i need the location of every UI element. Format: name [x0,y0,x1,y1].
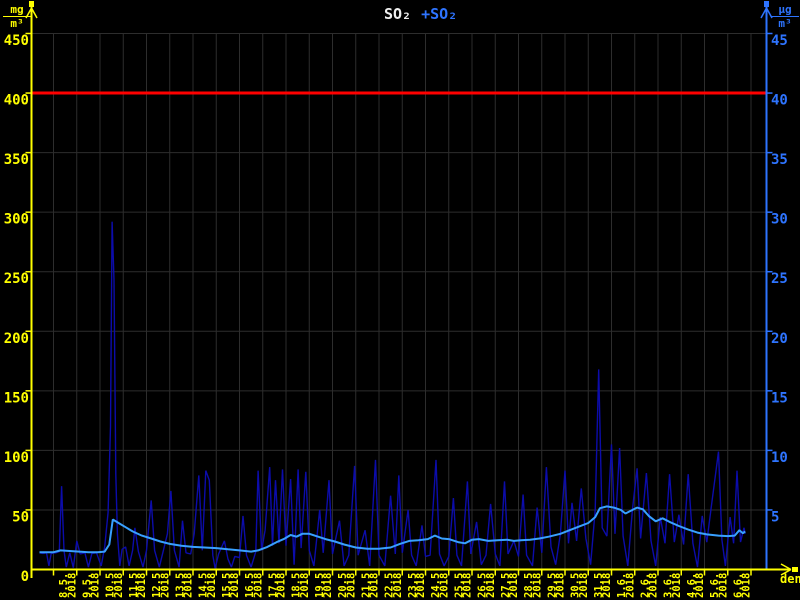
tick-label: 10 [771,450,788,466]
right-axis-unit-numerator: µg [771,3,799,17]
chart-window: 450 400 350 300 250 200 150 100 50 0 45 40 35 30 25 20 1… [0,0,800,600]
axis-arrows [25,1,798,576]
tick-label: 20 [771,331,788,347]
tick-label: 350 [4,152,29,168]
x-axis-unit-label: den [780,572,800,586]
x-date-label: 10.5.2018 [105,566,125,598]
tick-label: 25 [771,271,788,287]
x-date-label: 28.5.2018 [523,566,543,598]
x-date-label: 15.5.2018 [221,566,241,598]
title-series-so2-added: +SO₂ [421,5,458,23]
series-line [39,221,746,569]
x-date-label: 20.5.2018 [337,566,357,598]
x-date-label: 24.5.2018 [430,566,450,598]
x-date-label: 8.5.2018 [58,573,78,598]
tick-label: 45 [771,33,788,49]
x-date-label: 22.5.2018 [384,566,404,598]
series-so2-dark [39,221,746,569]
tick-label: 250 [4,271,29,287]
left-axis-unit-label: mg m³ [3,3,31,30]
tick-label: 30 [771,212,788,228]
x-date-label: 13.5.2018 [174,566,194,598]
x-date-label: 26.5.2018 [477,566,497,598]
tick-label: 35 [771,152,788,168]
chart-title: SO₂ +SO₂ [384,5,457,23]
axis-tick-labels: 450 400 350 300 250 200 150 100 50 0 45 40 35 30 25 20 1… [4,33,788,585]
x-date-label: 21.5.2018 [360,566,380,598]
right-axis-arrow-icon [764,1,769,7]
x-date-label: 3.6.2018 [663,573,683,598]
x-date-label: 30.5.2018 [570,566,590,598]
x-date-label: 11.5.2018 [128,566,148,598]
tick-label: 200 [4,331,29,347]
x-date-label: 4.6.2018 [686,573,706,598]
x-date-label: 19.5.2018 [314,566,334,598]
tick-label: 150 [4,390,29,406]
tick-label: 300 [4,212,29,228]
x-date-label: 2.6.2018 [639,573,659,598]
tick-label: 50 [12,509,29,525]
x-date-label: 18.5.2018 [291,566,311,598]
tick-label: 40 [771,93,788,109]
right-axis-unit-label: µg m³ [771,3,799,30]
x-date-label: 1.6.2018 [616,573,636,598]
x-date-label: 16.5.2018 [244,566,264,598]
tick-label: 0 [21,569,29,585]
x-date-label: 25.5.2018 [453,566,473,598]
title-series-so2: SO₂ [384,5,412,23]
right-axis-unit-denominator: m³ [778,17,792,30]
tick-label: 5 [771,509,779,525]
x-date-label: 9.5.2018 [81,573,101,598]
x-axis-date-labels: 8.5.2018 9.5.2018 10.5.2018 11.5.2018 12.5.2… [58,566,753,598]
tick-label: 400 [4,93,29,109]
tick-label: 450 [4,33,29,49]
x-date-label: 29.5.2018 [546,566,566,598]
x-date-label: 31.5.2018 [593,566,613,598]
x-date-label: 12.5.2018 [151,566,171,598]
x-date-label: 5.6.2018 [709,573,729,598]
x-date-label: 14.5.2018 [198,566,218,598]
x-date-label: 27.5.2018 [500,566,520,598]
chart-canvas: 450 400 350 300 250 200 150 100 50 0 45 40 35 30 25 20 1… [4,1,798,598]
left-axis-unit-denominator: m³ [10,17,24,30]
x-date-label: 6.6.2018 [732,573,752,598]
left-axis-unit-numerator: mg [3,3,31,17]
x-date-label: 17.5.2018 [267,566,287,598]
tick-label: 100 [4,450,29,466]
tick-label: 15 [771,390,788,406]
x-date-label: 23.5.2018 [407,566,427,598]
